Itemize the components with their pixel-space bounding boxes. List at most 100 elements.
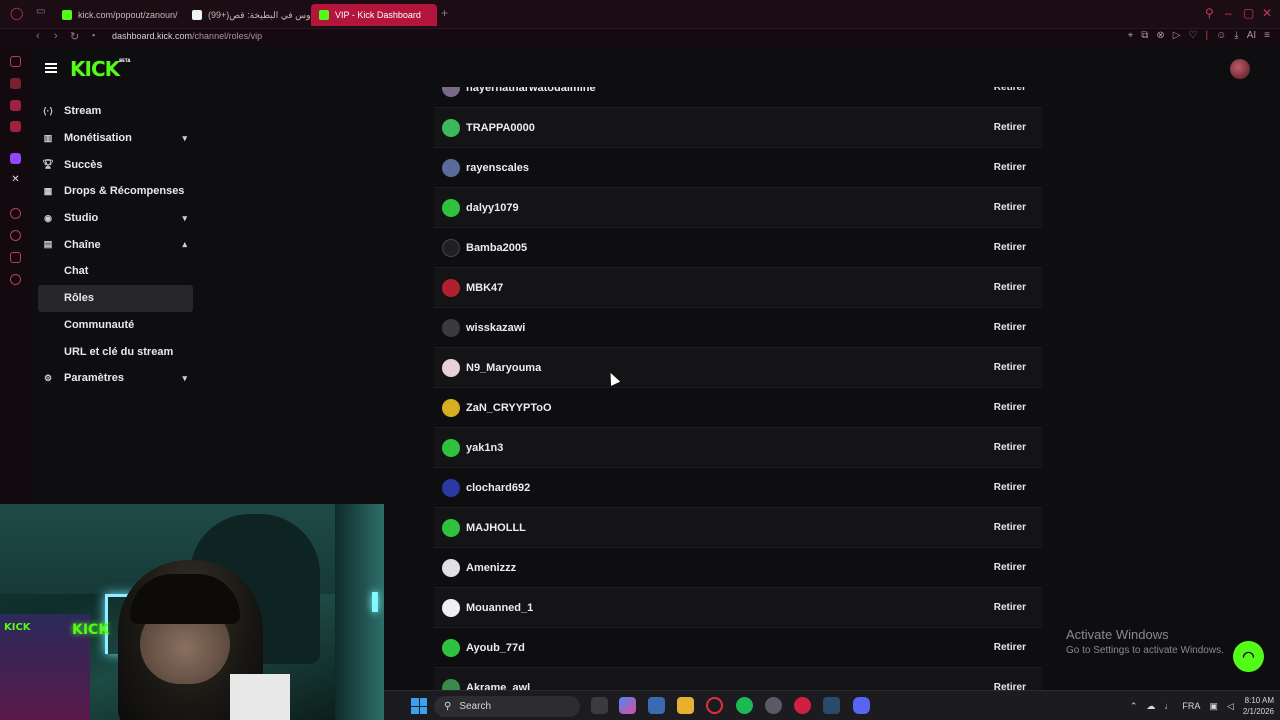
remove-vip-button[interactable]: Retirer	[994, 522, 1026, 533]
remove-vip-button[interactable]: Retirer	[994, 602, 1026, 613]
hamburger-menu-icon[interactable]	[45, 63, 57, 73]
copilot-icon[interactable]	[619, 697, 636, 714]
remove-vip-button[interactable]: Retirer	[994, 282, 1026, 293]
cloud-icon[interactable]: ☁	[1146, 701, 1155, 712]
nav-item-drops[interactable]: ▦ Drops & Récompenses	[38, 178, 193, 205]
remove-vip-button[interactable]: Retirer	[994, 562, 1026, 573]
start-button[interactable]	[411, 698, 427, 714]
username[interactable]: N9_Maryouma	[466, 362, 541, 374]
download-icon[interactable]: ⤓	[1234, 30, 1238, 41]
username[interactable]: MBK47	[466, 282, 503, 294]
instagram-icon[interactable]	[10, 121, 21, 132]
clock[interactable]: 8:10 AM 2/1/2026	[1243, 695, 1274, 717]
profile-icon[interactable]: ☺	[1216, 30, 1226, 41]
tab-tiktok[interactable]: (99+)فلوس في البطيخة: قص	[184, 4, 310, 26]
search-tabs-icon[interactable]: ⚲	[1205, 6, 1214, 20]
microphone-icon[interactable]: ♩	[1164, 701, 1173, 711]
volume-icon[interactable]: ◁	[1227, 701, 1234, 712]
nav-item-studio[interactable]: ◉ Studio ▾	[38, 205, 193, 232]
user-avatar[interactable]	[1230, 59, 1250, 79]
discord-icon[interactable]	[853, 697, 870, 714]
tab-vip-dashboard[interactable]: VIP - Kick Dashboard	[311, 4, 437, 26]
username[interactable]: wisskazawi	[466, 322, 525, 334]
username[interactable]: Mouanned_1	[466, 602, 533, 614]
language-indicator[interactable]: FRA	[1182, 701, 1200, 711]
username[interactable]: nayerhatharwatoualmine	[466, 87, 596, 94]
history-icon[interactable]	[10, 230, 21, 241]
opera-logo-icon[interactable]: ◯	[10, 6, 23, 20]
pin-icon[interactable]: ⌖	[1128, 30, 1134, 41]
username[interactable]: Bamba2005	[466, 242, 527, 254]
username[interactable]: TRAPPA0000	[466, 122, 535, 134]
username[interactable]: MAJHOLLL	[466, 522, 526, 534]
reload-icon[interactable]: ↻	[70, 30, 79, 43]
username[interactable]: Amenizzz	[466, 562, 516, 574]
x-icon[interactable]: ✕	[10, 174, 21, 185]
remove-vip-button[interactable]: Retirer	[994, 322, 1026, 333]
block-icon[interactable]: ⊗	[1156, 30, 1164, 41]
nav-item-parametres[interactable]: ⚙ Paramètres ▾	[38, 365, 193, 392]
nav-item-succes[interactable]: 🏆︎ Succès	[38, 151, 193, 178]
tab-kick-popout[interactable]: kick.com/popout/zanoun/	[54, 4, 180, 26]
player-icon[interactable]	[10, 208, 21, 219]
taskbar-search[interactable]: ⚲ Search	[434, 696, 580, 717]
workspace-icon[interactable]	[10, 78, 21, 89]
remove-vip-button[interactable]: Retirer	[994, 482, 1026, 493]
remove-vip-button[interactable]: Retirer	[994, 242, 1026, 253]
remove-vip-button[interactable]: Retirer	[994, 642, 1026, 653]
ai-button[interactable]: AI	[1247, 30, 1256, 41]
aria-icon[interactable]	[10, 56, 21, 67]
remove-vip-button[interactable]: Retirer	[994, 122, 1026, 133]
network-icon[interactable]: ▣	[1209, 701, 1218, 712]
close-icon[interactable]: ✕	[1262, 6, 1272, 20]
username[interactable]: dalyy1079	[466, 202, 519, 214]
username[interactable]: yak1n3	[466, 442, 503, 454]
username[interactable]: Akrame_awl	[466, 682, 530, 691]
username[interactable]: rayenscales	[466, 162, 529, 174]
kick-logo[interactable]: KICKBETA	[70, 57, 130, 81]
nav-item-communaute[interactable]: Communauté	[38, 312, 193, 339]
back-icon[interactable]: ‹	[36, 30, 40, 42]
chevron-up-icon[interactable]: ⌃	[1130, 701, 1138, 712]
nav-item-chaine[interactable]: ▤ Chaîne ▴	[38, 231, 193, 258]
username[interactable]: Ayoub_77d	[466, 642, 525, 654]
username[interactable]: clochard692	[466, 482, 530, 494]
remove-vip-button[interactable]: Retirer	[994, 202, 1026, 213]
play-icon[interactable]: ▷	[1173, 30, 1181, 41]
steam-icon[interactable]	[823, 697, 840, 714]
remove-vip-button[interactable]: Retirer	[994, 87, 1026, 93]
url-field[interactable]: dashboard.kick.com/channel/roles/vip	[112, 31, 262, 41]
new-tab-icon[interactable]: +	[441, 6, 448, 20]
nav-item-roles[interactable]: Rôles	[38, 284, 193, 312]
menu-icon[interactable]: ≡	[1264, 30, 1270, 41]
minimize-icon[interactable]: –	[1225, 6, 1232, 20]
remove-vip-button[interactable]: Retirer	[994, 402, 1026, 413]
app-icon[interactable]	[765, 697, 782, 714]
tab-list-icon[interactable]: ▭	[36, 6, 45, 17]
opera-gx-icon[interactable]	[706, 697, 723, 714]
task-view-icon[interactable]	[591, 697, 608, 714]
maximize-icon[interactable]: ▢	[1243, 6, 1254, 20]
file-explorer-icon[interactable]	[677, 697, 694, 714]
remove-vip-button[interactable]: Retirer	[994, 362, 1026, 373]
support-chat-button[interactable]: ◠	[1233, 641, 1264, 672]
remove-vip-button[interactable]: Retirer	[994, 682, 1026, 690]
nav-item-stream-key[interactable]: URL et clé du stream	[38, 338, 193, 365]
remove-vip-button[interactable]: Retirer	[994, 442, 1026, 453]
spotify-icon[interactable]	[736, 697, 753, 714]
remove-vip-button[interactable]: Retirer	[994, 162, 1026, 173]
nav-item-stream[interactable]: ⟨·⟩ Stream	[38, 98, 193, 125]
twitch-icon[interactable]	[10, 153, 21, 164]
opera-icon[interactable]	[794, 697, 811, 714]
store-icon[interactable]	[648, 697, 665, 714]
username[interactable]: ZaN_CRYYPToO	[466, 402, 552, 414]
nav-item-monetisation[interactable]: ▥ Monétisation ▾	[38, 125, 193, 152]
extensions-icon[interactable]	[10, 252, 21, 263]
avatar	[442, 598, 460, 617]
settings-icon[interactable]	[10, 274, 21, 285]
heart-icon[interactable]: ♡	[1188, 30, 1197, 41]
nav-item-chat[interactable]: Chat	[38, 258, 193, 285]
snapshot-icon[interactable]: ⧉	[1141, 30, 1148, 41]
forward-icon[interactable]: ›	[54, 30, 58, 42]
messenger-icon[interactable]	[10, 100, 21, 111]
